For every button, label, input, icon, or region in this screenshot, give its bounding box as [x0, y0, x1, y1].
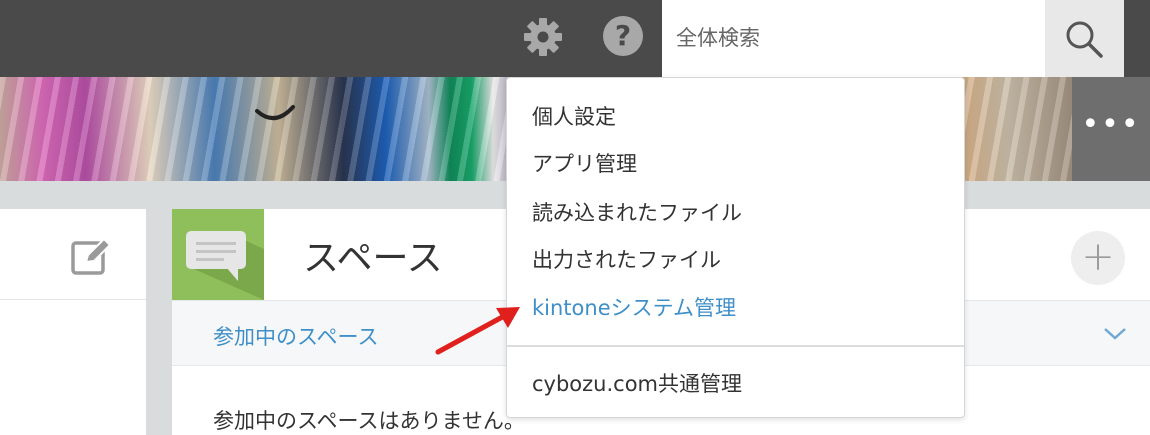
- left-panel: [0, 209, 146, 435]
- menu-separator: [507, 345, 964, 347]
- search-box: [662, 0, 1045, 77]
- settings-dropdown-menu: 個人設定 アプリ管理 読み込まれたファイル 出力されたファイル kintoneシ…: [506, 77, 965, 418]
- search-input[interactable]: [676, 18, 1036, 58]
- menu-item-imported-files[interactable]: 読み込まれたファイル: [532, 197, 742, 227]
- menu-item-personal-settings[interactable]: 個人設定: [532, 101, 616, 131]
- space-chat-icon: [186, 231, 264, 300]
- space-tile: [172, 209, 264, 300]
- empty-spaces-message: 参加中のスペースはありません。: [213, 409, 525, 433]
- search-icon: [1066, 21, 1103, 58]
- plus-icon[interactable]: +: [1071, 231, 1125, 285]
- menu-item-cybozu-common-admin[interactable]: cybozu.com共通管理: [532, 368, 742, 398]
- space-title: スペース: [303, 238, 443, 279]
- header-edge: [1124, 0, 1150, 77]
- pencil-face-decoration: [255, 105, 295, 120]
- participating-spaces-label: 参加中のスペース: [213, 325, 379, 349]
- menu-item-app-management[interactable]: アプリ管理: [532, 148, 637, 178]
- more-icon[interactable]: •••: [1072, 77, 1150, 181]
- edit-icon[interactable]: [70, 236, 112, 276]
- search-button[interactable]: [1045, 0, 1124, 77]
- chevron-down-icon[interactable]: [1102, 321, 1128, 345]
- annotation-arrow: [435, 307, 520, 355]
- menu-item-exported-files[interactable]: 出力されたファイル: [532, 244, 721, 274]
- gear-icon[interactable]: [522, 16, 564, 58]
- menu-item-kintone-system-admin[interactable]: kintoneシステム管理: [532, 292, 736, 322]
- top-header: ?: [0, 0, 1150, 77]
- help-icon[interactable]: ?: [603, 16, 643, 56]
- divider: [0, 299, 146, 300]
